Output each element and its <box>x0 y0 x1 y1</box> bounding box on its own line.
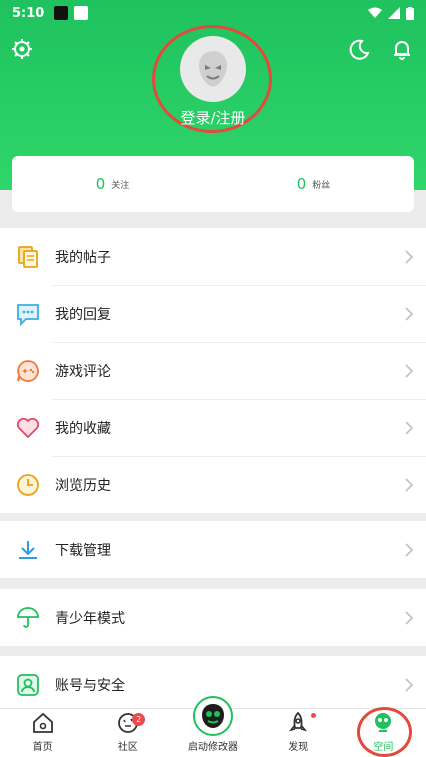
nav-discover[interactable]: 发现 <box>256 709 341 757</box>
nav-space[interactable]: 空间 <box>341 709 426 757</box>
rocket-icon <box>285 710 311 736</box>
game-review-icon <box>14 357 42 385</box>
signal-icon <box>388 7 400 19</box>
chevron-right-icon <box>405 477 414 492</box>
menu-group-downloads: 下载管理 <box>0 521 426 578</box>
menu-item-replies[interactable]: 我的回复 <box>0 285 426 342</box>
default-avatar-icon <box>199 51 227 87</box>
menu-label: 我的帖子 <box>55 249 111 266</box>
launch-modifier-button[interactable] <box>193 696 233 736</box>
menu-item-teen-mode[interactable]: 青少年模式 <box>0 589 426 646</box>
followers-count: 0 <box>296 175 307 193</box>
login-register-link[interactable]: 登录/注册 <box>0 107 426 128</box>
menu-label: 游戏评论 <box>55 363 111 380</box>
notification-app-icon-2 <box>74 6 89 20</box>
space-mascot-icon <box>370 710 396 736</box>
menu-label: 青少年模式 <box>55 610 125 627</box>
followers-stat[interactable]: 0 粉丝 <box>213 156 414 212</box>
menu-group-activity: 我的帖子 我的回复 游戏评论 我的收藏 浏览历史 <box>0 228 426 513</box>
followers-label: 粉丝 <box>312 180 331 191</box>
home-icon <box>30 710 56 736</box>
nav-label: 首页 <box>32 742 53 753</box>
chevron-right-icon <box>405 677 414 692</box>
menu-group-teen: 青少年模式 <box>0 589 426 646</box>
following-count: 0 <box>95 175 106 193</box>
nav-label: 发现 <box>288 742 309 753</box>
following-label: 关注 <box>111 180 130 191</box>
status-bar: 5:10 <box>0 0 426 26</box>
menu-label: 账号与安全 <box>55 677 125 694</box>
following-stat[interactable]: 0 关注 <box>12 156 213 212</box>
heart-icon <box>14 414 42 442</box>
stats-card: 0 关注 0 粉丝 <box>12 156 414 212</box>
menu-item-downloads[interactable]: 下载管理 <box>0 521 426 578</box>
chevron-right-icon <box>405 249 414 264</box>
wifi-icon <box>368 7 382 18</box>
nav-home[interactable]: 首页 <box>0 709 85 757</box>
discover-notification-dot <box>310 713 316 718</box>
clock-icon <box>14 471 42 499</box>
menu-label: 我的收藏 <box>55 420 111 437</box>
chevron-right-icon <box>405 542 414 557</box>
chevron-right-icon <box>405 306 414 321</box>
notification-app-icon <box>54 6 69 20</box>
nav-label: 启动修改器 <box>188 742 238 753</box>
chevron-right-icon <box>405 610 414 625</box>
status-time: 5:10 <box>12 5 45 21</box>
settings-icon[interactable] <box>9 36 35 62</box>
chevron-right-icon <box>405 363 414 378</box>
menu-item-game-reviews[interactable]: 游戏评论 <box>0 342 426 399</box>
menu-label: 浏览历史 <box>55 477 111 494</box>
account-icon <box>14 671 42 699</box>
avatar[interactable] <box>180 36 246 102</box>
mascot-icon <box>202 704 224 728</box>
menu-label: 我的回复 <box>55 306 111 323</box>
posts-icon <box>14 243 42 271</box>
menu-item-favorites[interactable]: 我的收藏 <box>0 399 426 456</box>
menu-item-posts[interactable]: 我的帖子 <box>0 228 426 285</box>
replies-icon <box>14 300 42 328</box>
notification-bell-icon[interactable] <box>389 36 415 62</box>
nav-label: 空间 <box>373 742 394 753</box>
nav-label: 社区 <box>117 742 138 753</box>
night-mode-icon[interactable] <box>346 36 372 62</box>
chevron-right-icon <box>405 420 414 435</box>
menu-label: 下载管理 <box>55 542 111 559</box>
umbrella-icon <box>14 604 42 632</box>
nav-community[interactable]: 2 社区 <box>85 709 170 757</box>
community-badge: 2 <box>132 713 146 726</box>
battery-icon <box>406 6 414 20</box>
menu-item-history[interactable]: 浏览历史 <box>0 456 426 513</box>
download-icon <box>14 536 42 564</box>
